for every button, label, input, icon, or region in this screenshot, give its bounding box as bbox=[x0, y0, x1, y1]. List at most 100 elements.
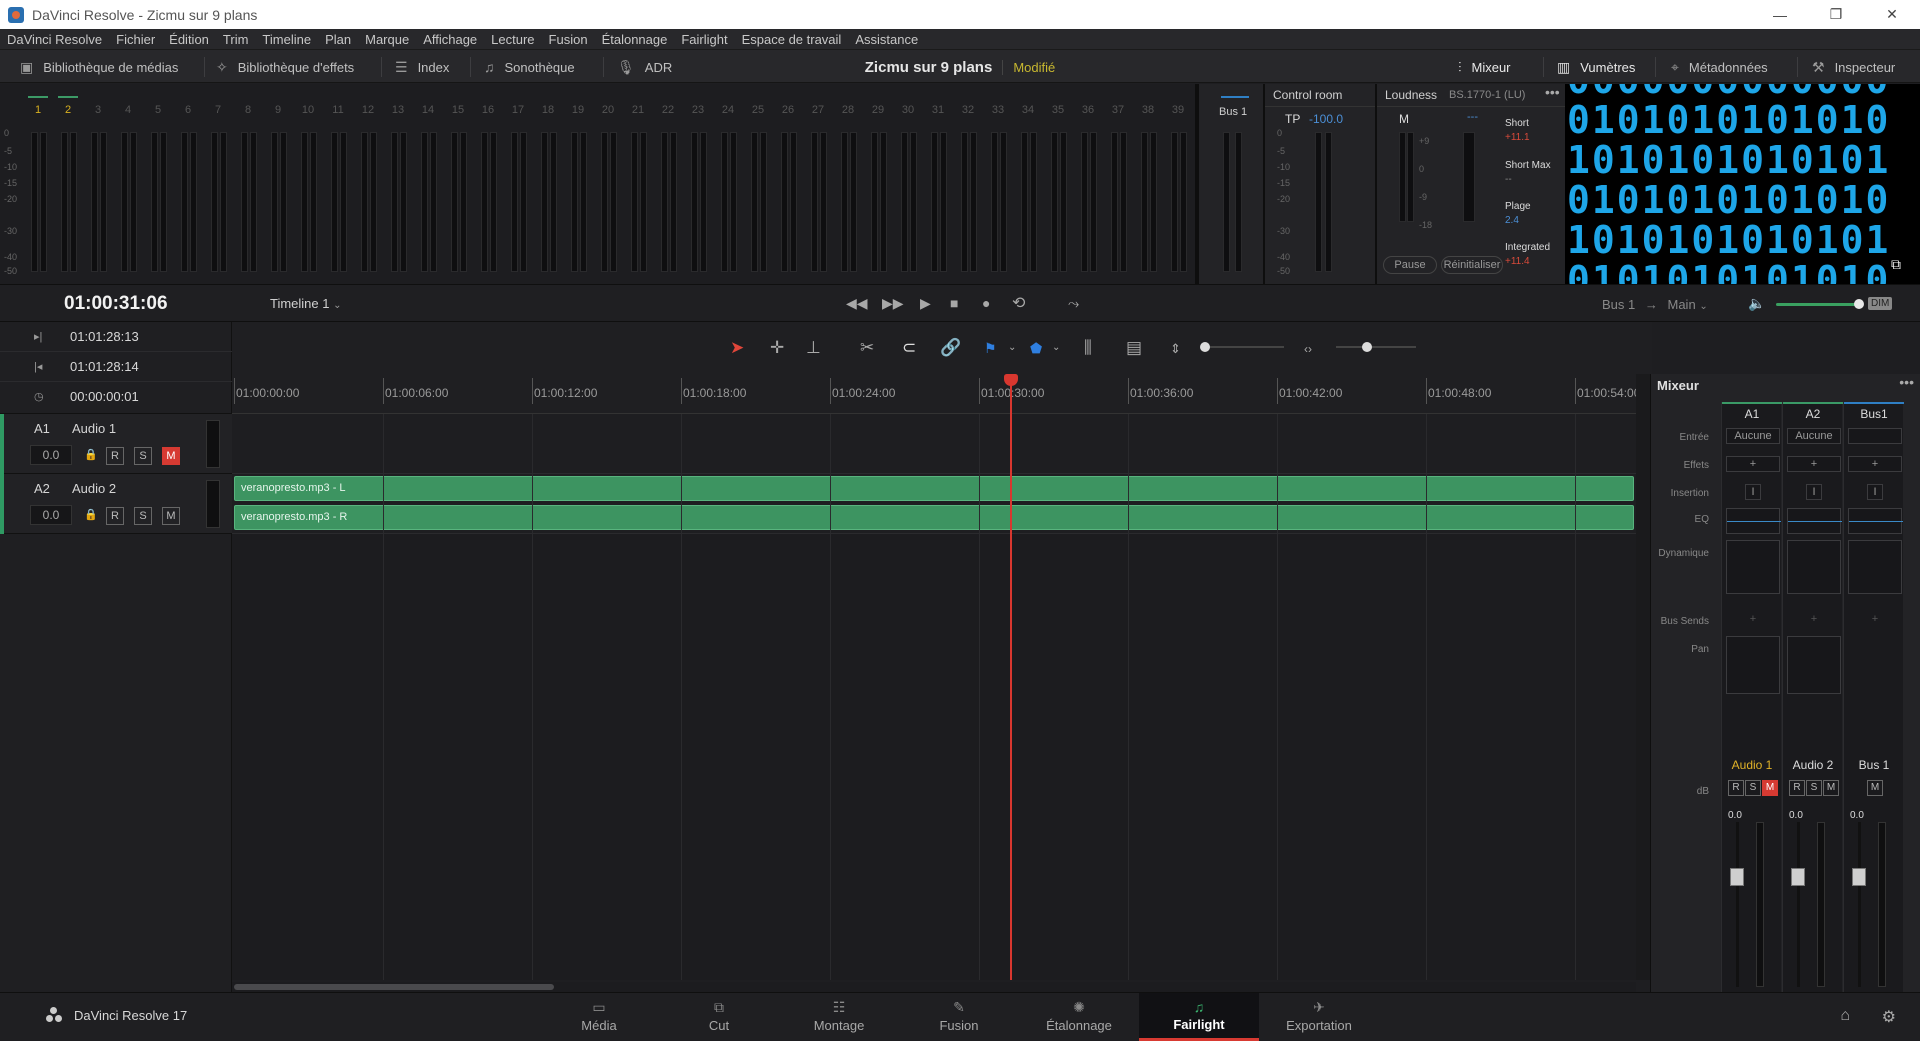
bus-send-button[interactable]: + bbox=[1726, 612, 1780, 628]
timeline-scrollbar[interactable] bbox=[232, 982, 1636, 992]
snapping-magnet-icon[interactable]: ⊂ bbox=[902, 338, 916, 358]
adr-button[interactable]: 🎙 ADR bbox=[617, 50, 672, 84]
meters-button[interactable]: ▥ Vumètres bbox=[1557, 50, 1635, 84]
dim-button[interactable]: DIM bbox=[1868, 297, 1893, 310]
pan-control[interactable] bbox=[1787, 636, 1841, 694]
volume-fader[interactable] bbox=[1730, 822, 1770, 992]
menu-workspace[interactable]: Espace de travail bbox=[742, 32, 842, 47]
audio-clip-right[interactable]: veranopresto.mp3 - R bbox=[234, 505, 1634, 530]
input-selector[interactable]: Aucune bbox=[1787, 428, 1841, 444]
page-tab-media[interactable]: ▭ Média bbox=[539, 993, 659, 1041]
gear-icon[interactable]: ⚙ bbox=[1882, 1007, 1896, 1027]
volume-fader[interactable] bbox=[1852, 822, 1892, 992]
razor-scissors-icon[interactable]: ✂ bbox=[860, 338, 874, 358]
strip-solo-button[interactable]: S bbox=[1745, 780, 1761, 796]
eq-graph[interactable] bbox=[1848, 508, 1903, 534]
menu-fairlight[interactable]: Fairlight bbox=[681, 32, 727, 47]
arm-record-button[interactable]: R bbox=[106, 447, 124, 465]
menu-marque[interactable]: Marque bbox=[365, 32, 409, 47]
out-point-timecode[interactable]: 01:01:28:14 bbox=[70, 359, 139, 374]
play-icon[interactable]: ▶ bbox=[920, 295, 931, 312]
lock-icon[interactable]: 🔒 bbox=[84, 448, 98, 461]
page-tab-color[interactable]: ✺ Étalonnage bbox=[1019, 993, 1139, 1041]
vertical-zoom-icon[interactable]: ⇕ bbox=[1170, 341, 1181, 357]
link-icon[interactable]: 🔗 bbox=[940, 338, 961, 358]
sound-library-button[interactable]: ♫ Sonothèque bbox=[484, 50, 575, 84]
timeline-selector[interactable]: Timeline 1 ⌄ bbox=[270, 296, 342, 311]
arm-record-button[interactable]: R bbox=[106, 507, 124, 525]
marker-icon[interactable]: ⬟ bbox=[1030, 340, 1042, 357]
menu-fichier[interactable]: Fichier bbox=[116, 32, 155, 47]
timeline-vertical-scrollbar[interactable] bbox=[1636, 374, 1650, 980]
dynamics-graph[interactable] bbox=[1787, 540, 1841, 594]
insert-button[interactable]: I bbox=[1867, 484, 1883, 500]
bus-routing[interactable]: Bus 1 → Main ⌄ bbox=[1602, 297, 1708, 312]
bus-send-button[interactable]: + bbox=[1787, 612, 1841, 628]
mixer-button[interactable]: ⫶ Mixeur bbox=[1458, 50, 1511, 84]
insert-button[interactable]: I bbox=[1806, 484, 1822, 500]
menu-affichage[interactable]: Affichage bbox=[423, 32, 477, 47]
pan-control[interactable] bbox=[1726, 636, 1780, 694]
page-tab-deliver[interactable]: ✈ Exportation bbox=[1259, 993, 1379, 1041]
chevron-down-icon[interactable]: ⌄ bbox=[1052, 342, 1060, 353]
scrollbar-thumb[interactable] bbox=[234, 984, 554, 990]
loudness-pause-button[interactable]: Pause bbox=[1383, 256, 1437, 274]
timecode-display[interactable]: 01:00:31:06 bbox=[64, 293, 168, 315]
maximize-icon[interactable]: ❐ bbox=[1808, 0, 1864, 29]
menu-fusion[interactable]: Fusion bbox=[549, 32, 588, 47]
page-tab-fusion[interactable]: ✎ Fusion bbox=[899, 993, 1019, 1041]
menu-plan[interactable]: Plan bbox=[325, 32, 351, 47]
track-name[interactable]: Audio 2 bbox=[72, 481, 116, 496]
selection-pointer-icon[interactable]: ➤ bbox=[730, 338, 744, 358]
menu-edition[interactable]: Édition bbox=[169, 32, 209, 47]
home-icon[interactable]: ⌂ bbox=[1840, 1007, 1850, 1025]
index-button[interactable]: ☰ Index bbox=[395, 50, 449, 84]
loudness-options-icon[interactable]: ••• bbox=[1545, 84, 1560, 100]
track-header-a2[interactable]: A2 Audio 2 0.0 🔒 R S M bbox=[0, 474, 232, 534]
audio-clip-left[interactable]: veranopresto.mp3 - L bbox=[234, 476, 1634, 501]
dynamics-graph[interactable] bbox=[1848, 540, 1902, 594]
waveform-view-icon[interactable]: ⫼ bbox=[1084, 338, 1092, 358]
add-effect-button[interactable]: + bbox=[1848, 456, 1902, 472]
metadata-button[interactable]: ⌖ Métadonnées bbox=[1671, 50, 1768, 84]
eq-graph[interactable] bbox=[1787, 508, 1842, 534]
strip-mute-button[interactable]: M bbox=[1762, 780, 1778, 796]
mixer-options-icon[interactable]: ••• bbox=[1899, 374, 1914, 390]
insert-button[interactable]: I bbox=[1745, 484, 1761, 500]
loudness-standard[interactable]: BS.1770-1 (LU) bbox=[1449, 89, 1525, 101]
track-volume-field[interactable]: 0.0 bbox=[30, 505, 72, 525]
volume-knob[interactable] bbox=[1854, 299, 1864, 309]
page-tab-cut[interactable]: ⧉ Cut bbox=[659, 993, 779, 1041]
strip-record-button[interactable]: R bbox=[1728, 780, 1744, 796]
input-selector[interactable]: Aucune bbox=[1726, 428, 1780, 444]
add-effect-button[interactable]: + bbox=[1787, 456, 1841, 472]
add-effect-button[interactable]: + bbox=[1726, 456, 1780, 472]
vertical-zoom-slider[interactable] bbox=[1200, 342, 1284, 352]
menu-davinci[interactable]: DaVinci Resolve bbox=[7, 32, 102, 47]
strip-mute-button[interactable]: M bbox=[1867, 780, 1883, 796]
viewer-resize-icon[interactable]: ⧉ bbox=[1891, 256, 1901, 273]
in-point-timecode[interactable]: 01:01:28:13 bbox=[70, 329, 139, 344]
menu-lecture[interactable]: Lecture bbox=[491, 32, 534, 47]
effects-library-button[interactable]: ✧ Bibliothèque d'effets bbox=[216, 50, 354, 84]
bus-send-button[interactable]: + bbox=[1848, 612, 1902, 628]
volume-fader[interactable] bbox=[1791, 822, 1831, 992]
strip-mute-button[interactable]: M bbox=[1823, 780, 1839, 796]
mute-button[interactable]: M bbox=[162, 447, 180, 465]
edit-tool-icon[interactable]: ⊥ bbox=[806, 338, 821, 358]
mute-button[interactable]: M bbox=[162, 507, 180, 525]
track-header-a1[interactable]: A1 Audio 1 0.0 🔒 R S M bbox=[0, 414, 232, 474]
timeline-ruler[interactable]: 01:00:00:00 01:00:06:00 01:00:12:00 01:00:1… bbox=[232, 374, 1640, 414]
loudness-reset-button[interactable]: Réinitialiser bbox=[1441, 256, 1503, 274]
menu-etalonnage[interactable]: Étalonnage bbox=[602, 32, 668, 47]
horizontal-zoom-slider[interactable] bbox=[1336, 342, 1416, 352]
video-viewer[interactable]: 0000000000000 0101010101010 101010101010… bbox=[1565, 84, 1920, 284]
minimize-icon[interactable]: — bbox=[1752, 0, 1808, 29]
track-volume-field[interactable]: 0.0 bbox=[30, 445, 72, 465]
inspector-button[interactable]: ⚒ Inspecteur bbox=[1812, 50, 1895, 84]
media-pool-button[interactable]: ▣ Bibliothèque de médias bbox=[20, 50, 178, 84]
input-selector[interactable] bbox=[1848, 428, 1902, 444]
menu-assistance[interactable]: Assistance bbox=[855, 32, 918, 47]
track-height-icon[interactable]: ▤ bbox=[1126, 338, 1142, 358]
flag-icon[interactable]: ⚑ bbox=[984, 340, 997, 357]
